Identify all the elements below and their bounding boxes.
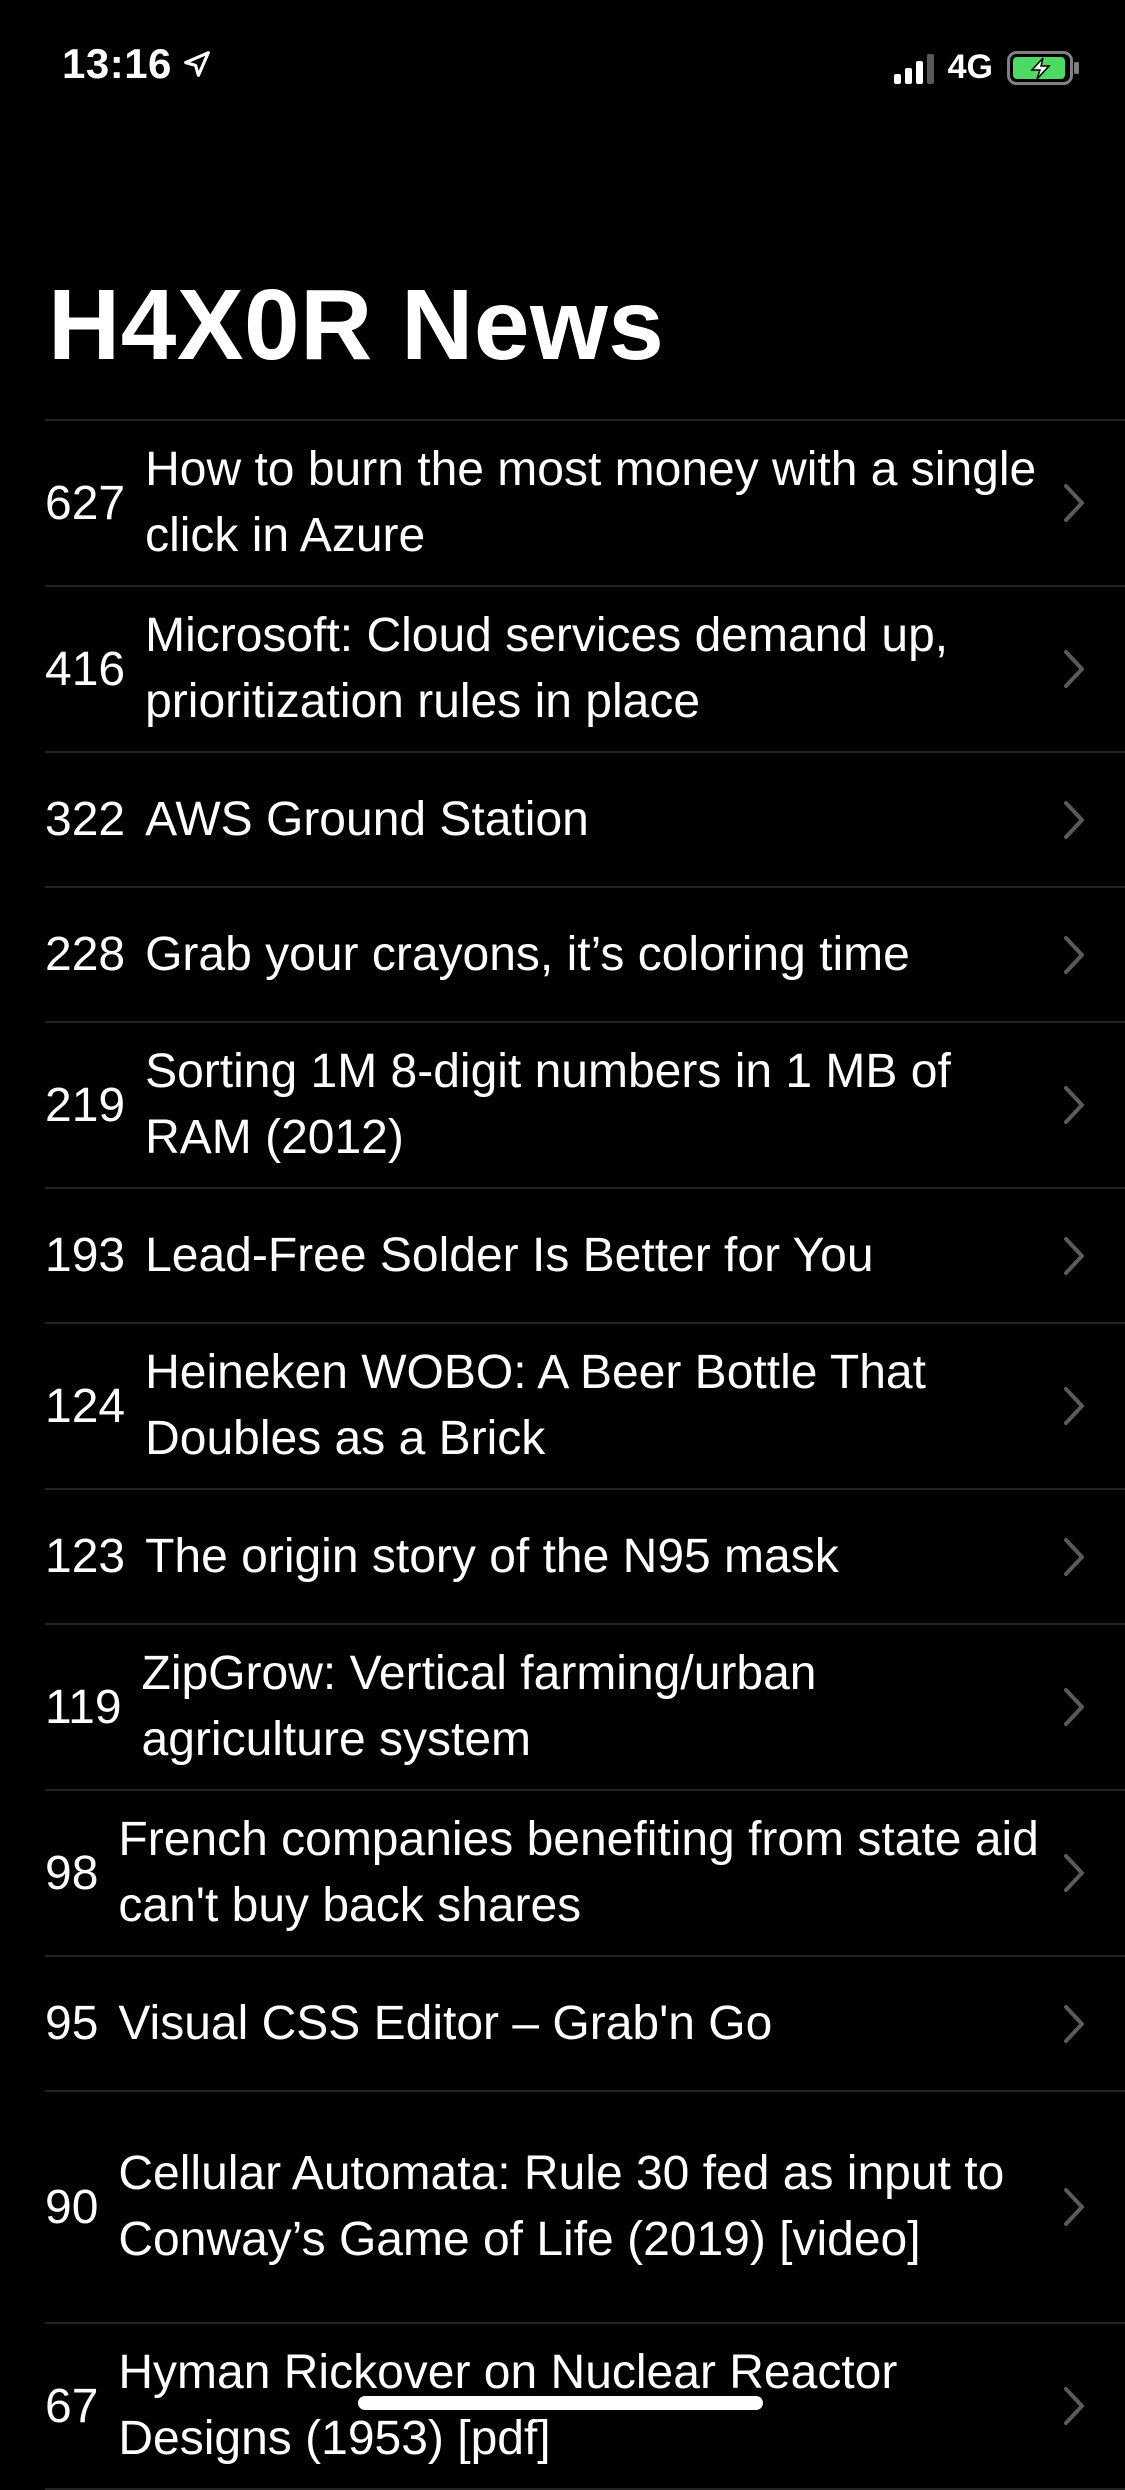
story-row[interactable]: 193 Lead-Free Solder Is Better for You: [45, 1189, 1125, 1324]
chevron-right-icon: [1064, 1537, 1084, 1576]
battery-charging-icon: [1007, 50, 1079, 85]
location-arrow-icon: [184, 51, 210, 77]
story-title: Heineken WOBO: A Beer Bottle That Double…: [145, 1346, 926, 1465]
status-time-label: 13:16: [62, 40, 172, 87]
story-title: AWS Ground Station: [145, 792, 589, 846]
story-list: 627 How to burn the most money with a sin…: [45, 419, 1125, 2490]
chevron-right-icon: [1064, 1086, 1084, 1124]
story-title: Cellular Automata: Rule 30 fed as input …: [118, 2147, 1005, 2266]
story-title: Visual CSS Editor – Grab'n Go: [118, 1996, 773, 2050]
story-score: 123: [45, 1530, 126, 1583]
story-score: 67: [45, 2379, 99, 2433]
story-row[interactable]: 123 The origin story of the N95 mask: [45, 1490, 1125, 1625]
story-title: How to burn the most money with a single…: [145, 443, 1037, 562]
story-score: 124: [45, 1379, 126, 1433]
home-indicator[interactable]: [358, 2396, 763, 2410]
story-score: 228: [45, 928, 126, 981]
story-score: 90: [45, 2180, 99, 2234]
story-row[interactable]: 228 Grab your crayons, it’s coloring time: [45, 888, 1125, 1023]
story-score: 219: [45, 1078, 126, 1132]
chevron-right-icon: [1064, 1854, 1084, 1892]
story-title: French companies benefiting from state a…: [118, 1813, 1039, 1932]
story-title: Grab your crayons, it’s coloring time: [145, 927, 910, 981]
chevron-right-icon: [1064, 1236, 1084, 1275]
page-title: H4X0R News: [48, 269, 665, 381]
chevron-right-icon: [1064, 1387, 1084, 1425]
story-score: 627: [45, 476, 126, 530]
chevron-right-icon: [1064, 2188, 1084, 2226]
signal-bars-icon: [893, 52, 934, 84]
story-row[interactable]: 416 Microsoft: Cloud services demand up, …: [45, 587, 1125, 753]
story-title: Sorting 1M 8-digit numbers in 1 MB of RA…: [145, 1045, 951, 1164]
status-bar: 13:16 4G: [0, 0, 1125, 140]
status-time: 13:16: [62, 40, 214, 88]
story-row[interactable]: 627 How to burn the most money with a sin…: [45, 421, 1125, 587]
chevron-right-icon: [1064, 2387, 1084, 2425]
chevron-right-icon: [1064, 800, 1084, 839]
chevron-right-icon: [1064, 2004, 1084, 2043]
story-score: 322: [45, 793, 126, 846]
story-score: 95: [45, 1997, 99, 2050]
chevron-right-icon: [1064, 484, 1084, 522]
network-type-label: 4G: [947, 48, 993, 86]
story-row[interactable]: 119 ZipGrow: Vertical farming/urban agric…: [45, 1625, 1125, 1791]
story-row[interactable]: 322 AWS Ground Station: [45, 753, 1125, 888]
story-score: 193: [45, 1229, 126, 1282]
story-title: Lead-Free Solder Is Better for You: [145, 1228, 874, 1282]
chevron-right-icon: [1064, 935, 1084, 974]
chevron-right-icon: [1064, 1688, 1084, 1726]
story-title: Microsoft: Cloud services demand up, pri…: [145, 609, 949, 728]
story-score: 416: [45, 642, 126, 696]
story-title: ZipGrow: Vertical farming/urban agricult…: [141, 1647, 817, 1766]
status-indicators: 4G: [893, 48, 1081, 87]
story-row[interactable]: 219 Sorting 1M 8-digit numbers in 1 MB of…: [45, 1023, 1125, 1189]
story-score: 119: [45, 1680, 122, 1734]
story-row[interactable]: 98 French companies benefiting from state…: [45, 1791, 1125, 1957]
story-row[interactable]: 124 Heineken WOBO: A Beer Bottle That Dou…: [45, 1324, 1125, 1490]
chevron-right-icon: [1064, 650, 1084, 688]
story-row[interactable]: 90 Cellular Automata: Rule 30 fed as inpu…: [45, 2092, 1125, 2324]
story-row[interactable]: 95 Visual CSS Editor – Grab'n Go: [45, 1957, 1125, 2092]
story-score: 98: [45, 1846, 99, 1900]
story-title: The origin story of the N95 mask: [145, 1529, 839, 1583]
